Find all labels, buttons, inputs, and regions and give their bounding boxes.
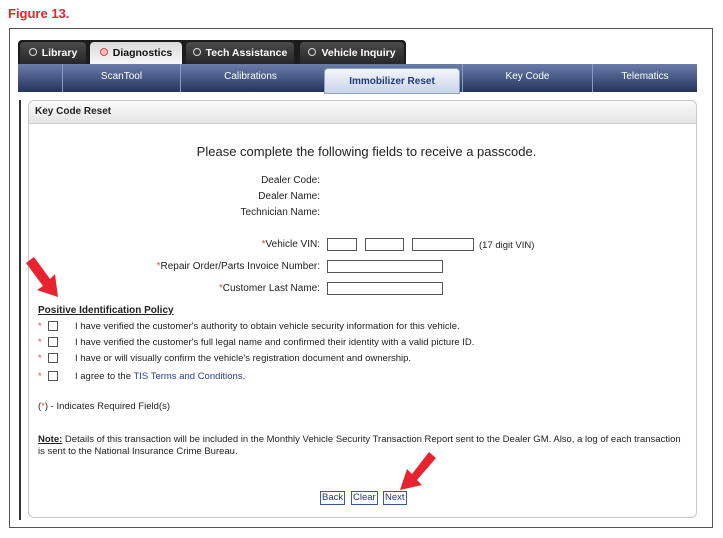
policy-checkbox-registration[interactable] <box>48 353 58 363</box>
tab-vehicle-inquiry[interactable]: Vehicle Inquiry <box>300 42 404 64</box>
customer-last-name-input[interactable] <box>327 282 443 295</box>
dealer-name-label: Dealer Name: <box>258 191 320 202</box>
tab-label: Library <box>41 47 78 59</box>
vin-input-part-2[interactable] <box>365 238 404 251</box>
back-button[interactable]: Back <box>320 491 346 505</box>
tab-library[interactable]: Library <box>20 42 86 64</box>
required-marker: * <box>38 321 42 332</box>
figure-title: Figure 13. <box>8 6 70 21</box>
left-border <box>19 100 21 520</box>
policy-checkbox-terms[interactable] <box>48 371 58 381</box>
clear-button[interactable]: Clear <box>351 491 378 505</box>
subtab-key-code[interactable]: Key Code <box>462 64 592 92</box>
policy-title: Positive Identification Policy <box>38 305 174 316</box>
vin-hint: (17 digit VIN) <box>479 240 535 251</box>
policy-text: I have or will visually confirm the vehi… <box>75 353 412 364</box>
policy-checkbox-authority[interactable] <box>48 321 58 331</box>
customer-last-name-label: *Customer Last Name: <box>219 283 320 294</box>
subtab-scantool[interactable]: ScanTool <box>62 64 180 92</box>
radio-icon <box>28 48 37 57</box>
radio-icon <box>99 48 108 57</box>
radio-icon <box>192 48 201 57</box>
terms-suffix: . <box>242 371 246 382</box>
required-marker: * <box>38 337 42 348</box>
subtab-telematics[interactable]: Telematics <box>592 64 697 92</box>
required-note-text: ) - Indicates Required Field(s) <box>44 401 171 412</box>
tab-diagnostics[interactable]: Diagnostics <box>90 42 182 64</box>
required-fields-note: (*) - Indicates Required Field(s) <box>38 401 170 412</box>
required-marker: * <box>38 353 42 364</box>
note-label: Note: <box>38 434 63 445</box>
vin-input-part-3[interactable] <box>412 238 474 251</box>
radio-icon <box>308 48 317 57</box>
last-name-label-text: Customer Last Name: <box>222 283 320 294</box>
policy-text: I have verified the customer's authority… <box>75 321 460 332</box>
vin-label-text: Vehicle VIN: <box>265 239 320 250</box>
required-marker: * <box>38 371 42 382</box>
instruction-text: Please complete the following fields to … <box>196 144 537 159</box>
policy-text: I have verified the customer's full lega… <box>75 337 475 348</box>
repair-order-label: *Repair Order/Parts Invoice Number: <box>157 261 320 272</box>
tab-label: Tech Assistance <box>205 47 288 59</box>
repair-order-input[interactable] <box>327 260 443 273</box>
policy-text: I agree to the TIS Terms and Conditions. <box>75 371 245 382</box>
vin-label: *Vehicle VIN: <box>262 239 320 250</box>
vin-input-part-1[interactable] <box>327 238 357 251</box>
tab-tech-assistance[interactable]: Tech Assistance <box>186 42 294 64</box>
red-arrow-icon <box>26 257 58 297</box>
next-button[interactable]: Next <box>383 491 407 505</box>
red-arrow-icon <box>400 452 436 490</box>
repair-order-label-text: Repair Order/Parts Invoice Number: <box>160 261 320 272</box>
subtab-calibrations[interactable]: Calibrations <box>180 64 320 92</box>
tab-label: Diagnostics <box>112 47 173 59</box>
policy-checkbox-identity[interactable] <box>48 337 58 347</box>
panel-header <box>29 101 696 124</box>
panel-title: Key Code Reset <box>35 106 112 117</box>
terms-prefix: I agree to the <box>75 371 134 382</box>
tab-label: Vehicle Inquiry <box>321 47 396 59</box>
transaction-note: Note: Details of this transaction will b… <box>38 434 686 458</box>
dealer-code-label: Dealer Code: <box>261 175 320 186</box>
subtab-immobilizer-reset[interactable]: Immobilizer Reset <box>324 68 460 94</box>
technician-name-label: Technician Name: <box>240 207 320 218</box>
terms-link[interactable]: TIS Terms and Conditions <box>133 371 242 382</box>
note-text: Details of this transaction will be incl… <box>38 434 681 457</box>
